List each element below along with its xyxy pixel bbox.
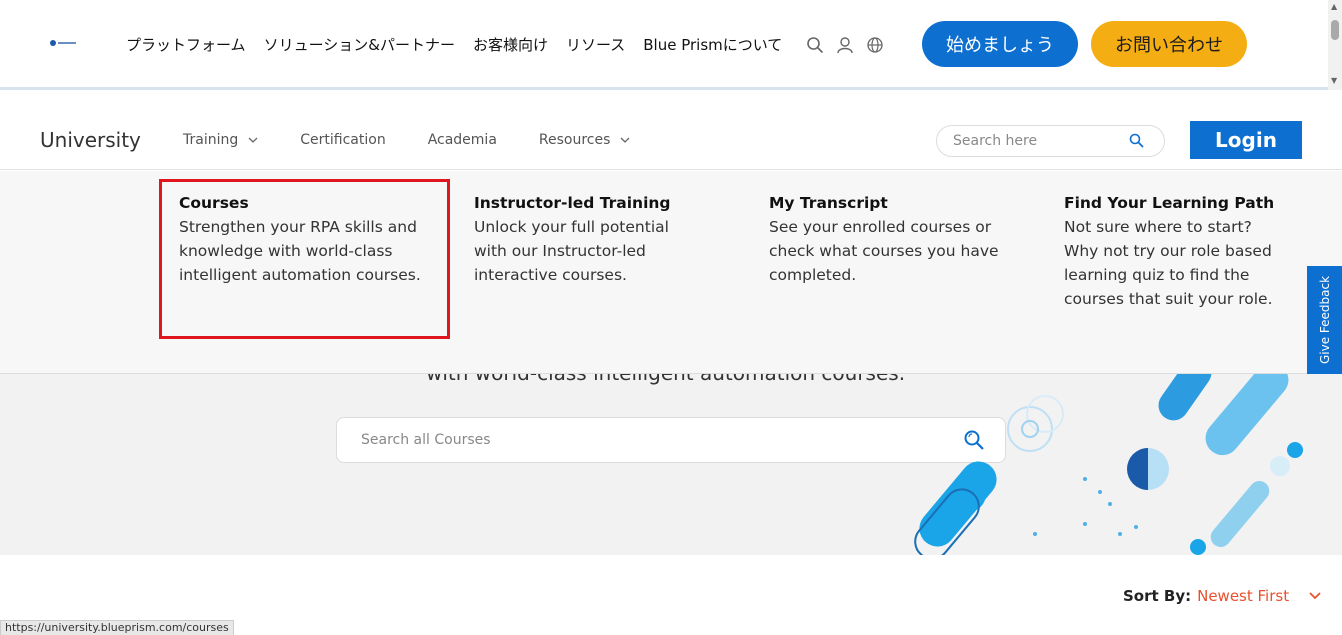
scroll-down-arrow-icon[interactable]: ▼ bbox=[1331, 76, 1337, 85]
header-icons bbox=[806, 36, 884, 54]
get-started-button[interactable]: 始めましょう bbox=[922, 21, 1078, 67]
university-title[interactable]: University bbox=[40, 128, 141, 152]
dropdown-item-desc: See your enrolled courses or check what … bbox=[769, 218, 999, 284]
sort-label: Sort By: bbox=[1123, 587, 1192, 605]
sort-control[interactable]: Sort By: Newest First bbox=[1123, 587, 1321, 605]
course-search-placeholder: Search all Courses bbox=[361, 432, 491, 448]
dropdown-item-learning-path[interactable]: Find Your Learning Path Not sure where t… bbox=[1064, 191, 1289, 311]
nav-resources-uni[interactable]: Resources bbox=[539, 132, 631, 148]
dropdown-item-instructor-led[interactable]: Instructor-led Training Unlock your full… bbox=[474, 191, 694, 287]
dropdown-item-title: Find Your Learning Path bbox=[1064, 194, 1275, 212]
dropdown-item-transcript[interactable]: My Transcript See your enrolled courses … bbox=[769, 191, 999, 287]
scrollbar-thumb[interactable] bbox=[1331, 20, 1339, 40]
dropdown-item-title: Instructor-led Training bbox=[474, 194, 671, 212]
chevron-down-icon bbox=[248, 137, 258, 143]
search-placeholder: Search here bbox=[953, 133, 1038, 149]
dropdown-item-desc: Unlock your full potential with our Inst… bbox=[474, 218, 669, 284]
login-button[interactable]: Login bbox=[1190, 121, 1302, 159]
nav-about[interactable]: Blue Prismについて bbox=[643, 34, 782, 55]
hero-section: with world-class intelligent automation … bbox=[0, 374, 1342, 555]
feedback-label: Give Feedback bbox=[1317, 275, 1332, 365]
nav-certification-label: Certification bbox=[300, 132, 386, 148]
nav-certification[interactable]: Certification bbox=[300, 132, 385, 148]
user-icon[interactable] bbox=[836, 36, 854, 54]
scrollbar[interactable]: ▲ ▼ bbox=[1328, 0, 1342, 90]
site-header: プラットフォーム ソリューション&パートナー お客様向け リソース Blue P… bbox=[0, 0, 1328, 90]
sort-value: Newest First bbox=[1197, 587, 1290, 605]
page: プラットフォーム ソリューション&パートナー お客様向け リソース Blue P… bbox=[0, 0, 1342, 635]
training-dropdown-menu: Courses Strengthen your RPA skills and k… bbox=[0, 171, 1342, 374]
nav-platform[interactable]: プラットフォーム bbox=[126, 34, 246, 55]
blue-prism-logo[interactable] bbox=[48, 38, 78, 48]
nav-academia[interactable]: Academia bbox=[428, 132, 497, 148]
dropdown-item-title: My Transcript bbox=[769, 194, 888, 212]
chevron-down-icon bbox=[1309, 592, 1321, 600]
nav-resources[interactable]: リソース bbox=[566, 34, 625, 55]
globe-icon[interactable] bbox=[866, 36, 884, 54]
main-nav: プラットフォーム ソリューション&パートナー お客様向け リソース Blue P… bbox=[126, 34, 800, 55]
status-bar-url: https://university.blueprism.com/courses bbox=[0, 620, 234, 635]
nav-customers[interactable]: お客様向け bbox=[473, 34, 548, 55]
highlight-box bbox=[159, 179, 450, 339]
university-search-input[interactable]: Search here bbox=[936, 125, 1165, 157]
scroll-up-arrow-icon[interactable]: ▲ bbox=[1331, 2, 1337, 11]
dropdown-item-desc: Not sure where to start? Why not try our… bbox=[1064, 218, 1273, 308]
nav-training-label: Training bbox=[183, 132, 239, 148]
university-nav: University Training Certification Academ… bbox=[0, 100, 1342, 170]
nav-resources-label: Resources bbox=[538, 132, 611, 148]
give-feedback-tab[interactable]: Give Feedback bbox=[1307, 266, 1342, 374]
nav-academia-label: Academia bbox=[427, 132, 497, 148]
contact-button[interactable]: お問い合わせ bbox=[1091, 21, 1247, 67]
chevron-down-icon bbox=[620, 137, 630, 143]
hero-subtitle: with world-class intelligent automation … bbox=[426, 374, 905, 385]
university-links: Training Certification Academia Resource… bbox=[183, 132, 672, 148]
search-icon[interactable] bbox=[806, 36, 824, 54]
hero-decorative-art bbox=[914, 374, 1303, 555]
search-icon[interactable] bbox=[1129, 133, 1144, 148]
nav-training[interactable]: Training bbox=[183, 132, 258, 148]
nav-solutions[interactable]: ソリューション&パートナー bbox=[264, 34, 455, 55]
